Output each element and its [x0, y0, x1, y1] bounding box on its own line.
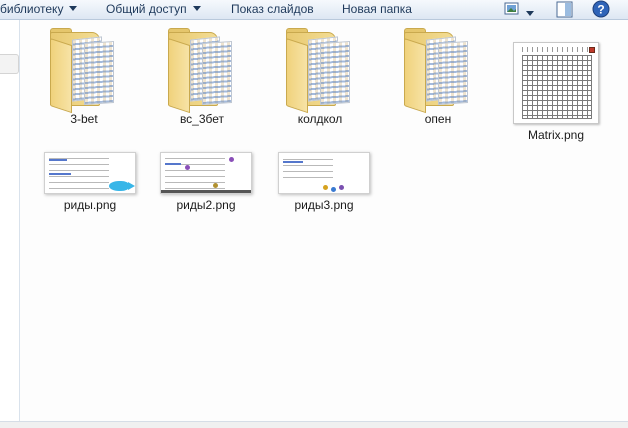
file-name: колдкол	[297, 112, 343, 126]
share-button[interactable]: Общий доступ	[106, 0, 201, 20]
file-name: риды2.png	[176, 198, 236, 212]
file-name: Matrix.png	[527, 128, 585, 142]
file-name: риды.png	[63, 198, 117, 212]
file-item-folder[interactable]: опен	[388, 28, 488, 126]
preview-pane-icon	[556, 1, 573, 18]
file-name: вс_3бет	[179, 112, 225, 126]
image-thumbnail	[278, 152, 370, 194]
folder-icon	[286, 28, 354, 114]
slideshow-label: Показ слайдов	[231, 2, 314, 16]
view-options-button[interactable]	[526, 6, 534, 20]
file-item-image[interactable]: Matrix.png	[506, 42, 606, 142]
image-thumbnail	[160, 152, 252, 194]
new-folder-button[interactable]: Новая папка	[342, 0, 412, 20]
share-label: Общий доступ	[106, 2, 187, 16]
file-name: 3-bet	[70, 112, 98, 126]
svg-text:?: ?	[597, 3, 604, 17]
help-icon: ?	[592, 0, 610, 18]
include-in-library-button[interactable]: библиотеку	[0, 0, 78, 20]
image-thumbnail	[513, 42, 599, 124]
include-in-library-label: библиотеку	[0, 2, 64, 16]
chevron-down-icon	[526, 11, 534, 16]
file-item-folder[interactable]: 3-bet	[34, 28, 134, 126]
folder-icon	[168, 28, 236, 114]
file-item-image[interactable]: риды3.png	[274, 152, 374, 212]
command-bar: библиотеку Общий доступ Показ слайдов Но…	[0, 0, 628, 20]
file-name: риды3.png	[294, 198, 354, 212]
folder-icon	[50, 28, 118, 114]
help-button[interactable]: ?	[592, 0, 610, 21]
chevron-down-icon	[69, 6, 78, 11]
slideshow-button[interactable]: Показ слайдов	[231, 0, 314, 20]
view-button[interactable]	[504, 1, 522, 20]
preview-pane-button[interactable]	[556, 1, 574, 21]
file-item-image[interactable]: риды.png	[40, 152, 140, 212]
file-item-folder[interactable]: вс_3бет	[152, 28, 252, 126]
file-item-image[interactable]: риды2.png	[156, 152, 256, 212]
file-item-folder[interactable]: колдкол	[270, 28, 370, 126]
status-bar	[0, 421, 628, 428]
nav-selected-item[interactable]	[0, 54, 19, 74]
image-thumbnail	[44, 152, 136, 194]
view-icon	[504, 2, 519, 15]
file-name: опен	[424, 112, 452, 126]
navigation-pane[interactable]	[0, 20, 20, 428]
new-folder-label: Новая папка	[342, 2, 412, 16]
chevron-down-icon	[192, 6, 201, 11]
folder-icon	[404, 28, 472, 114]
